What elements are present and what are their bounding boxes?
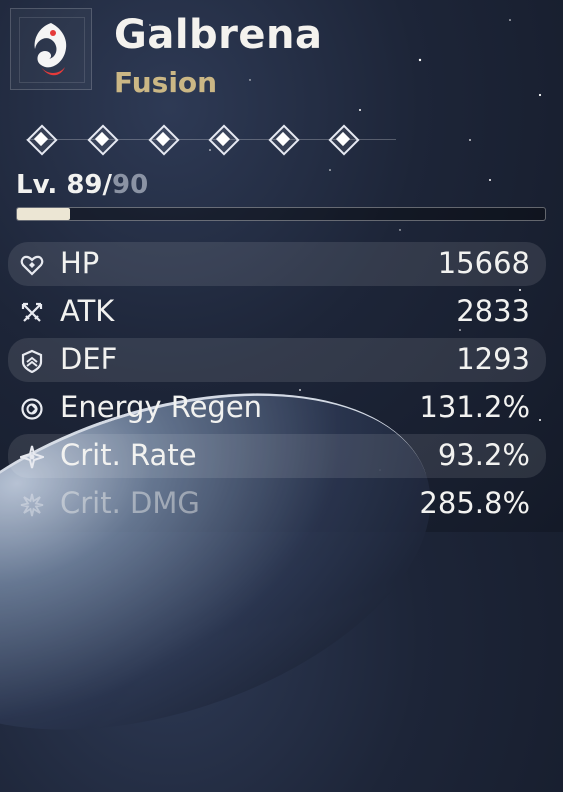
sequence-node-3[interactable] (148, 124, 180, 156)
stat-value: 93.2% (437, 438, 530, 472)
level-current: Lv. 89/ (16, 170, 113, 200)
stat-value: 2833 (456, 294, 530, 328)
stat-label: Crit. Rate (60, 438, 197, 472)
stat-label: HP (60, 246, 100, 280)
character-element: Fusion (114, 66, 218, 99)
stat-row-atk: ATK 2833 (8, 288, 546, 336)
energy-swirl-icon (21, 398, 43, 420)
stat-label: ATK (60, 294, 115, 328)
resonance-chain (26, 120, 406, 160)
stats-list: HP 15668 ATK 2833 DEF 1293 Energy Regen … (8, 240, 546, 528)
stat-value: 1293 (456, 342, 530, 376)
stat-row-hp: HP 15668 (8, 240, 546, 288)
sequence-node-6[interactable] (328, 124, 360, 156)
level-progress-fill (17, 208, 70, 220)
level-display: Lv. 89/90 (16, 170, 148, 200)
crit-star-icon (20, 445, 44, 469)
sequence-node-1[interactable] (26, 124, 58, 156)
sequence-node-2[interactable] (87, 124, 119, 156)
stat-row-energy-regen: Energy Regen 131.2% (8, 384, 546, 432)
level-progress-bar (16, 207, 546, 221)
fusion-element-icon (34, 23, 67, 76)
crossed-swords-icon (21, 302, 43, 322)
stat-label: Energy Regen (60, 390, 263, 424)
stat-label: DEF (60, 342, 118, 376)
crit-burst-icon (20, 493, 44, 517)
level-max: 90 (112, 170, 149, 200)
stat-value: 15668 (437, 246, 530, 280)
sequence-node-5[interactable] (268, 124, 300, 156)
shield-icon (21, 349, 43, 373)
stat-row-crit-rate: Crit. Rate 93.2% (8, 432, 546, 480)
heart-icon (20, 255, 44, 276)
stat-row-def: DEF 1293 (8, 336, 546, 384)
stat-value: 131.2% (419, 390, 530, 424)
character-name: Galbrena (114, 12, 323, 58)
sequence-node-4[interactable] (208, 124, 240, 156)
stat-value: 285.8% (419, 486, 530, 520)
stat-row-crit-dmg: Crit. DMG 285.8% (8, 480, 546, 528)
element-emblem (10, 8, 92, 90)
stat-label: Crit. DMG (60, 486, 200, 520)
